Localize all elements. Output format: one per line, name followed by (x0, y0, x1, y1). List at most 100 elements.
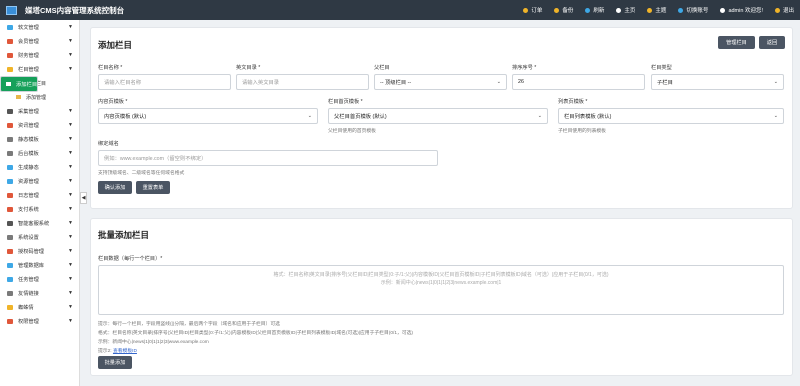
manage-categories-button[interactable]: 管理栏目 (718, 36, 755, 49)
chevron-down-icon: ▼ (68, 136, 73, 142)
chevron-down-icon: ▼ (68, 262, 73, 268)
order-label: 排序序号 * (512, 65, 537, 71)
sidebar-subitem[interactable]: 添加栏目 (0, 76, 39, 92)
nav-switch-account[interactable]: 切换账号 (672, 6, 714, 14)
parent-tpl-select[interactable]: 父栏目首页模板 (默认) ⌄ (328, 108, 548, 124)
chevron-down-icon: ▼ (68, 220, 73, 226)
domain-input[interactable]: 例如：www.example.com（留空则不绑定） (98, 150, 438, 166)
type-select[interactable]: 子栏目 ⌄ (651, 74, 784, 90)
content-tpl-select[interactable]: 内容页模板 (默认) ⌄ (98, 108, 318, 124)
sidebar-item[interactable]: 采集管理 ▼ (0, 104, 79, 118)
sidebar-item-label: 静态模板 (18, 136, 39, 143)
sidebar-item[interactable]: 静态模板 ▼ (0, 132, 79, 146)
sidebar-item[interactable]: 日志管理 ▼ (0, 188, 79, 202)
batch-data-label: 栏目数据（每行一个栏目）* (98, 256, 163, 262)
app-title: 媒塔CMS内容管理系统控制台 (25, 5, 125, 15)
sidebar-item-label: 任务管理 (18, 276, 39, 283)
sidebar-item[interactable]: 资源管理 ▼ (0, 174, 79, 188)
chevron-down-icon: ⌄ (773, 113, 778, 119)
sidebar-item-label: 授权码管理 (18, 248, 44, 255)
sidebar-subitem-label: 添加管理 (26, 94, 47, 101)
menu-icon (7, 262, 13, 268)
nav-logout[interactable]: 退出 (769, 6, 800, 14)
sidebar-item[interactable]: 资讯管理 ▼ (0, 118, 79, 132)
menu-icon (7, 206, 13, 212)
collapse-sidebar-button[interactable]: ◀ (80, 192, 87, 204)
nav-theme[interactable]: 主题 (641, 6, 672, 14)
sidebar-item[interactable]: 后台模板 ▼ (0, 146, 79, 160)
chevron-down-icon: ⌄ (307, 113, 312, 119)
menu-icon (7, 248, 13, 254)
nav-order[interactable]: 订单 (517, 6, 548, 14)
back-button[interactable]: 返回 (759, 36, 785, 49)
parent-tpl-label: 栏目首页模板 * (328, 99, 363, 105)
sidebar-item[interactable]: 授权码管理 ▼ (0, 244, 79, 258)
batch-card-title: 批量添加栏目 (98, 230, 150, 240)
sidebar: 软文管理▼会员管理▼财务管理▼栏目管理▼添加栏目管理栏目添加管理采集管理▼资讯管… (0, 20, 80, 386)
sidebar-item[interactable]: 任务管理 ▼ (0, 272, 79, 286)
parent-select[interactable]: -- 顶级栏目 -- ⌄ (374, 74, 507, 90)
content-tpl-value: 内容页模板 (默认) (104, 114, 147, 120)
submit-button[interactable]: 确认添加 (98, 181, 132, 194)
menu-icon (7, 24, 13, 30)
list-tpl-hint: 子栏目使用的列表模板 (558, 129, 606, 134)
category-name-input[interactable]: 请输入栏目名称 (98, 74, 231, 90)
sidebar-item-label: 资讯管理 (18, 122, 39, 129)
chevron-down-icon: ▼ (68, 192, 73, 198)
sidebar-item[interactable]: 软文管理 ▼ (0, 20, 79, 34)
nav-label: 退出 (782, 8, 794, 14)
nav-backup[interactable]: 备份 (548, 6, 579, 14)
nav-user[interactable]: admin 欢迎您! (714, 6, 769, 14)
domain-hint: 支持顶级域名、二级域名等任何域名格式 (98, 171, 185, 176)
sidebar-item-label: 系统设置 (18, 234, 39, 241)
logout-icon (774, 7, 780, 13)
content-tpl-label: 内容页模板 * (98, 99, 128, 105)
sidebar-item[interactable]: 财务管理 ▼ (0, 48, 79, 62)
add-card-title: 添加栏目 (98, 40, 133, 50)
nav-refresh[interactable]: 刷新 (579, 6, 610, 14)
sidebar-item[interactable]: 管理数据库 ▼ (0, 258, 79, 272)
chevron-down-icon: ▼ (68, 38, 73, 44)
sidebar-item[interactable]: 友情链接 ▼ (0, 286, 79, 300)
menu-icon (7, 108, 13, 114)
menu-icon (7, 164, 13, 170)
chevron-down-icon: ▼ (68, 234, 73, 240)
sidebar-item[interactable]: 智能客服系统 ▼ (0, 216, 79, 230)
nav-home[interactable]: 主页 (610, 6, 641, 14)
nav-label: 主页 (624, 8, 636, 14)
sidebar-item[interactable]: 权限管理 ▼ (0, 314, 79, 328)
batch-add-card: 批量添加栏目 栏目数据（每行一个栏目）* 格式：栏目名称|英文目录|排序号|父栏… (90, 218, 793, 376)
sidebar-item-label: 栏目管理 (18, 66, 39, 73)
theme-icon (647, 7, 653, 13)
menu-icon (7, 38, 13, 44)
user-icon (720, 7, 726, 13)
sidebar-item[interactable]: 生成静态 ▼ (0, 160, 79, 174)
batch-hint-1: 提示：每行一个栏目，字段用竖线(|)分隔，最后两个字段（域名和应用于子栏目）可选 (98, 322, 280, 327)
menu-icon (7, 150, 13, 156)
batch-add-button[interactable]: 批量添加 (98, 356, 132, 369)
sidebar-item[interactable]: 系统设置 ▼ (0, 230, 79, 244)
batch-data-textarea[interactable]: 格式：栏目名称|英文目录|排序号|父栏目ID|栏目类型(0:子/1:父)|内容模… (98, 265, 784, 315)
reset-button[interactable]: 重置表单 (136, 181, 170, 194)
sidebar-item[interactable]: 栏目管理 ▼ (0, 62, 79, 76)
order-input[interactable]: 26 (512, 74, 645, 90)
sidebar-item[interactable]: 蜘蛛情 ▼ (0, 300, 79, 314)
menu-icon (7, 66, 13, 72)
sidebar-item-label: 生成静态 (18, 164, 39, 171)
chevron-down-icon: ⌄ (496, 79, 501, 85)
sidebar-item-label: 智能客服系统 (18, 220, 50, 227)
add-category-card: 添加栏目 管理栏目 返回 栏目名称 * 请输入栏目名称 英文目录 * 请输入英文… (90, 27, 793, 209)
list-tpl-select[interactable]: 栏目列表模板 (默认) ⌄ (558, 108, 784, 124)
sidebar-item-label: 后台模板 (18, 150, 39, 157)
view-template-id-link[interactable]: 查看模板ID (113, 349, 137, 354)
sidebar-subitem[interactable]: 添加管理 (0, 90, 79, 104)
sidebar-item[interactable]: 支付系统 ▼ (0, 202, 79, 216)
sidebar-item[interactable]: 会员管理 ▼ (0, 34, 79, 48)
sidebar-item-label: 蜘蛛情 (18, 304, 34, 311)
brand: 媒塔CMS内容管理系统控制台 (0, 5, 200, 16)
en-dir-label: 英文目录 * (236, 65, 261, 71)
en-dir-input[interactable]: 请输入英文目录 (236, 74, 369, 90)
chevron-down-icon: ▼ (68, 52, 73, 58)
nav-label: 订单 (531, 8, 543, 14)
name-label: 栏目名称 * (98, 65, 123, 71)
